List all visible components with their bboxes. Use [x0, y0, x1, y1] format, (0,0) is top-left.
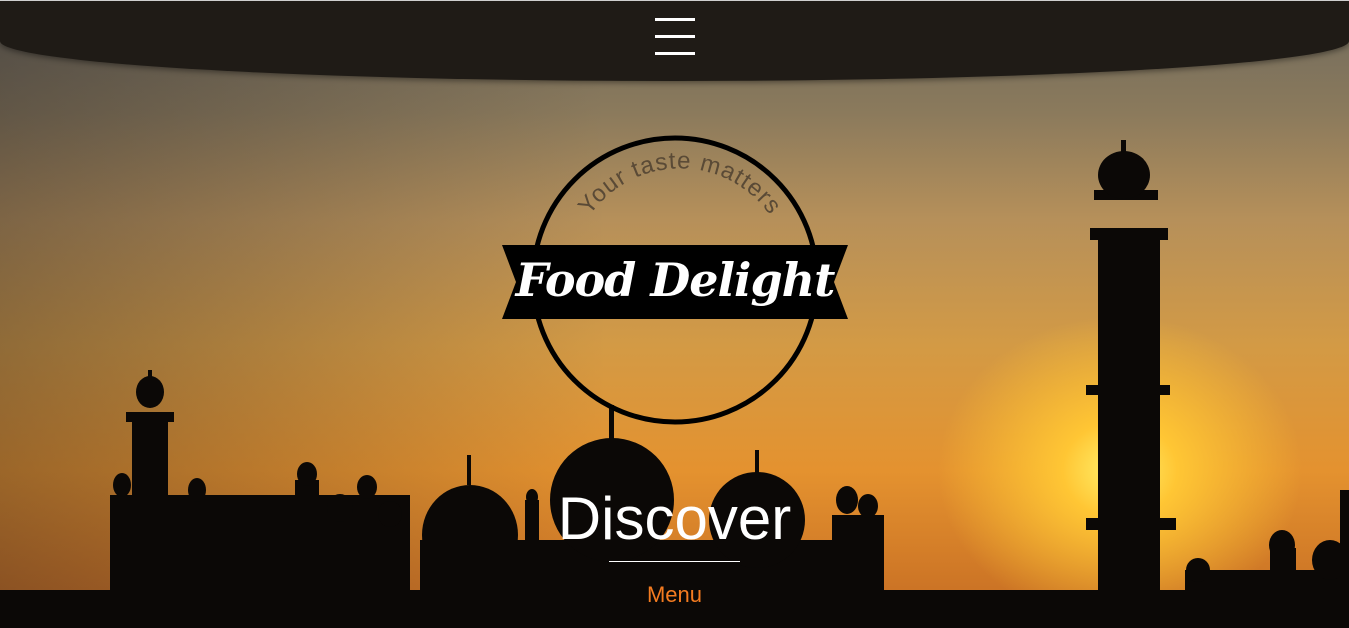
hamburger-line [655, 18, 695, 21]
hamburger-icon[interactable] [653, 16, 697, 58]
menu-link[interactable]: Menu [0, 582, 1349, 608]
headline-divider [609, 561, 740, 562]
hero-headline: Discover [557, 485, 792, 552]
logo-brand-name: Food Delight [515, 253, 836, 307]
hamburger-line [655, 35, 695, 38]
food-delight-logo: Your taste matters Food Delight [500, 135, 850, 427]
hamburger-line [655, 52, 695, 55]
top-nav-bar [0, 0, 1349, 81]
